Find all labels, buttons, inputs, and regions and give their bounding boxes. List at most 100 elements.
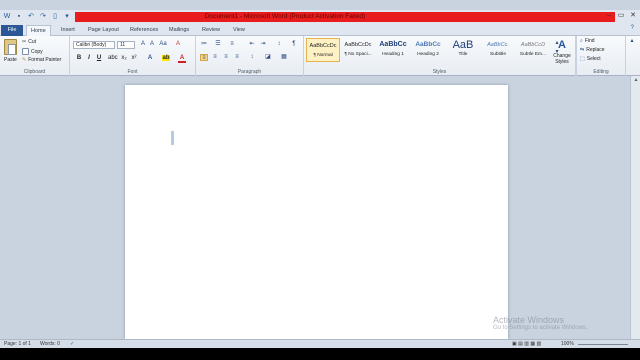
close-icon[interactable]: ✕ [628, 11, 638, 21]
style-title[interactable]: AaB Title [446, 38, 480, 62]
customize-icon[interactable]: ▾ [62, 12, 72, 22]
font-group: Calibri (Body) 11 A A Aa A B I U abc x₂ … [70, 36, 196, 76]
word-logo-icon[interactable]: W [2, 12, 12, 22]
tab-file[interactable]: File [1, 25, 23, 36]
clear-formatting-icon[interactable]: A [174, 41, 182, 48]
replace-label: Replace [586, 47, 605, 53]
tab-view[interactable]: View [229, 25, 249, 36]
strikethrough-icon[interactable]: abc [108, 55, 118, 61]
paste-icon[interactable] [4, 39, 17, 55]
clipboard-group: Paste ✂ Cut Copy ✎ Format Painter Clipbo… [0, 36, 70, 76]
editing-group: ⌕ Find ⇆ Replace ⬚ Select Editing [576, 36, 626, 76]
bullets-icon[interactable]: ≔ [200, 41, 208, 48]
highlight-icon[interactable]: ab [162, 55, 170, 61]
text-effects-icon[interactable]: A [146, 55, 154, 61]
save-icon[interactable]: ▪ [14, 12, 24, 22]
copy-icon [22, 48, 29, 55]
tab-home[interactable]: Home [26, 25, 51, 36]
justify-icon[interactable]: ≡ [233, 54, 241, 61]
undo-icon[interactable]: ↶ [26, 12, 36, 22]
multilevel-list-icon[interactable]: ≡ [228, 41, 236, 48]
font-size-select[interactable]: 11 [117, 41, 135, 49]
screen-border [0, 348, 640, 360]
style-name: Title [458, 52, 468, 57]
tab-page-layout[interactable]: Page Layout [84, 25, 123, 36]
style-sample: AaBbCc [415, 41, 441, 48]
change-styles-button[interactable]: A Change Styles [548, 39, 576, 65]
show-marks-icon[interactable]: ¶ [290, 41, 298, 48]
change-case-icon[interactable]: Aa [159, 41, 167, 48]
style-normal[interactable]: AaBbCcDc ¶ Normal [306, 38, 340, 62]
style-no-spacing[interactable]: AaBbCcDc ¶ No Spaci... [341, 38, 375, 62]
align-right-icon[interactable]: ≡ [222, 54, 230, 61]
minimize-icon[interactable]: – [604, 11, 614, 21]
font-name-select[interactable]: Calibri (Body) [73, 41, 115, 49]
new-doc-icon[interactable]: ▯ [50, 12, 60, 22]
vertical-scrollbar[interactable]: ▲ [630, 76, 640, 339]
style-sample: AaBbCcDc [309, 43, 337, 49]
copy-button[interactable]: Copy [22, 48, 43, 55]
styles-label: Styles [432, 69, 447, 75]
increase-indent-icon[interactable]: ⇥ [259, 41, 267, 48]
style-sample: AaBbCc [379, 41, 407, 48]
style-sample: AaBbCc. [487, 42, 509, 48]
font-color-icon[interactable]: A [178, 55, 186, 63]
find-button[interactable]: ⌕ Find [580, 38, 595, 44]
numbering-icon[interactable]: ☰ [214, 41, 222, 48]
window-title: Document1 - Microsoft Word (Product Acti… [204, 13, 366, 20]
cut-button[interactable]: ✂ Cut [22, 39, 36, 45]
style-heading-1[interactable]: AaBbCc Heading 1 [376, 38, 410, 62]
style-subtle-emphasis[interactable]: AaBbCcD Subtle Em... [516, 38, 550, 62]
borders-icon[interactable]: ▦ [280, 54, 288, 61]
ribbon: Paste ✂ Cut Copy ✎ Format Painter Clipbo… [0, 36, 640, 76]
replace-icon: ⇆ [580, 47, 585, 53]
paragraph-label: Paragraph [237, 69, 262, 75]
style-name: Subtitle [490, 52, 506, 57]
change-styles-label: Change Styles [553, 53, 571, 65]
tab-references[interactable]: References [126, 25, 162, 36]
style-heading-2[interactable]: AaBbCc Heading 2 [411, 38, 445, 62]
format-painter-button[interactable]: ✎ Format Painter [22, 57, 61, 63]
superscript-icon[interactable]: x² [130, 55, 138, 61]
window-controls: – ▭ ✕ [604, 11, 638, 21]
align-center-icon[interactable]: ≡ [211, 54, 219, 61]
document-page[interactable] [125, 85, 508, 339]
redo-icon[interactable]: ↷ [38, 12, 48, 22]
paragraph-group: ≔ ☰ ≡ ⇤ ⇥ ↕ ¶ ≡ ≡ ≡ ≡ ↕ ◪ ▦ Paragraph [196, 36, 304, 76]
watermark-subtitle: Go to Settings to activate Windows. [493, 325, 588, 331]
activate-windows-watermark: Activate Windows Go to Settings to activ… [493, 315, 628, 331]
binoculars-icon: ⌕ [580, 38, 583, 44]
font-label: Font [127, 69, 138, 75]
tab-insert[interactable]: Insert [57, 25, 79, 36]
select-button[interactable]: ⬚ Select [580, 56, 601, 62]
zoom-slider[interactable] [578, 344, 628, 345]
sort-icon[interactable]: ↕ [275, 41, 283, 48]
help-icon[interactable]: ? [631, 25, 634, 31]
decrease-indent-icon[interactable]: ⇤ [248, 41, 256, 48]
cut-label: Cut [28, 39, 36, 45]
line-spacing-icon[interactable]: ↕ [248, 54, 256, 61]
scroll-up-icon[interactable]: ▲ [631, 76, 640, 85]
grow-font-icon[interactable]: A [139, 41, 147, 48]
restore-icon[interactable]: ▭ [616, 11, 626, 21]
minimize-ribbon-icon[interactable]: ▴ [628, 38, 636, 45]
align-left-icon[interactable]: ≡ [200, 54, 208, 61]
style-name: ¶ Normal [313, 53, 333, 58]
tab-mailings[interactable]: Mailings [165, 25, 193, 36]
subscript-icon[interactable]: x₂ [120, 55, 128, 61]
tab-review[interactable]: Review [198, 25, 224, 36]
select-label: Select [586, 56, 601, 62]
underline-button[interactable]: U [95, 55, 103, 61]
bold-button[interactable]: B [75, 55, 83, 61]
title-bar: W ▪ ↶ ↷ ▯ ▾ Document1 - Microsoft Word (… [0, 10, 640, 24]
shading-icon[interactable]: ◪ [264, 54, 272, 61]
watermark-title: Activate Windows [493, 315, 565, 325]
text-cursor [171, 131, 174, 145]
italic-button[interactable]: I [85, 55, 93, 61]
paste-button[interactable]: Paste [4, 57, 17, 63]
select-icon: ⬚ [580, 56, 585, 62]
style-subtitle[interactable]: AaBbCc. Subtitle [481, 38, 515, 62]
shrink-font-icon[interactable]: A [148, 41, 156, 48]
replace-button[interactable]: ⇆ Replace [580, 47, 605, 53]
word-window: W ▪ ↶ ↷ ▯ ▾ Document1 - Microsoft Word (… [0, 0, 640, 360]
